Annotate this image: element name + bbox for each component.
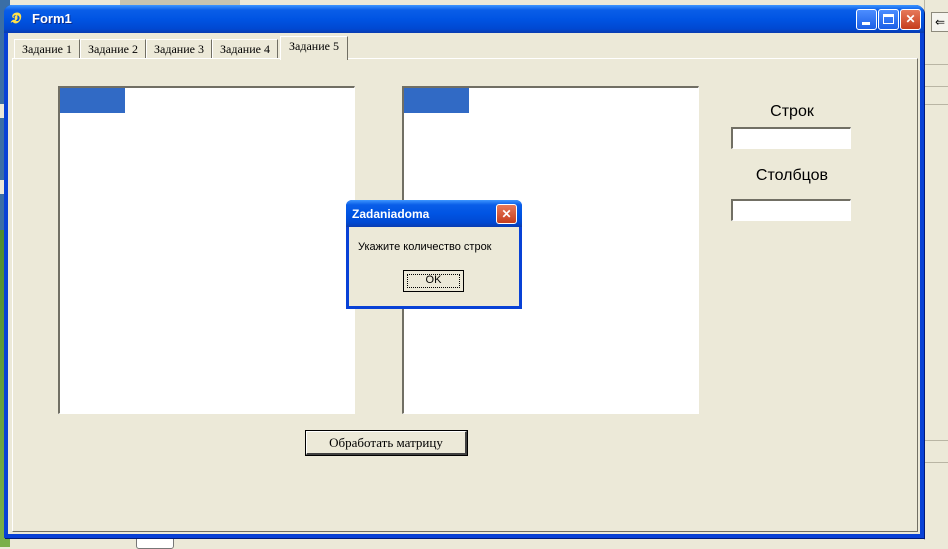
title-bar[interactable]: 𝕯 Form1 ✕ [4,5,924,33]
message-dialog: Zadaniadoma ✕ Укажите количество строк O… [346,200,522,309]
columns-input[interactable] [731,199,851,221]
delphi-app-icon: 𝕯 [10,11,20,27]
maximize-icon [883,14,894,24]
close-icon: ✕ [501,207,512,221]
rows-label: Строк [770,103,814,120]
tab-label: Задание 3 [154,42,204,56]
close-button[interactable]: ✕ [900,9,921,30]
grid-selected-cell[interactable] [60,88,125,113]
ok-button[interactable]: OK [403,270,464,292]
dialog-body: Укажите количество строк OK [349,227,519,306]
tab-label: Задание 1 [22,42,72,56]
rows-input[interactable] [731,127,851,149]
tab-zadanie-4[interactable]: Задание 4 [212,39,278,58]
columns-label: Столбцов [755,167,829,184]
window-title: Form1 [32,11,72,26]
tab-zadanie-3[interactable]: Задание 3 [146,39,212,58]
focus-rectangle [407,274,460,288]
minimize-button[interactable] [856,9,877,30]
dialog-message: Укажите количество строк [358,241,492,253]
source-matrix-grid[interactable] [58,86,355,414]
maximize-button[interactable] [878,9,899,30]
minimize-icon [862,22,870,25]
tab-label: Задание 5 [289,39,339,53]
tab-label: Задание 4 [220,42,270,56]
tab-zadanie-1[interactable]: Задание 1 [14,39,80,58]
back-arrow-icon[interactable]: ⇐ [931,12,948,32]
background-window-panel: ⇐ [924,0,948,547]
tab-label: Задание 2 [88,42,138,56]
dialog-close-button[interactable]: ✕ [496,204,517,224]
tab-zadanie-5[interactable]: Задание 5 [280,36,348,60]
close-icon: ✕ [905,12,916,26]
background-window-edge [10,535,948,549]
dialog-title: Zadaniadoma [352,207,430,221]
process-matrix-button[interactable]: Обработать матрицу [305,430,468,456]
dialog-title-bar[interactable]: Zadaniadoma ✕ [346,200,522,227]
grid-selected-cell[interactable] [404,88,469,113]
tab-zadanie-2[interactable]: Задание 2 [80,39,146,58]
